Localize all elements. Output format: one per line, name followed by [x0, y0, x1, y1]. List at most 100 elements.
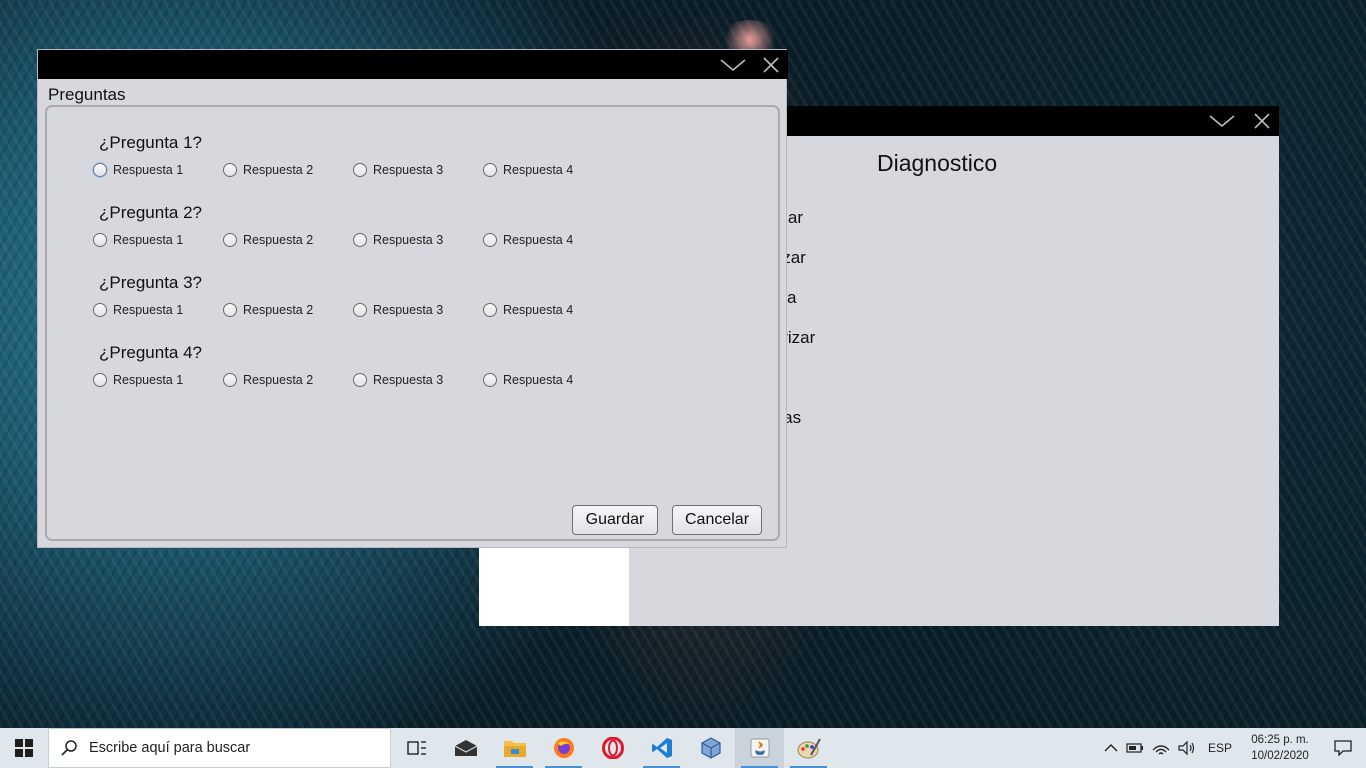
mail-icon: [454, 740, 477, 756]
radio-button[interactable]: [93, 163, 107, 177]
radio-button[interactable]: [93, 303, 107, 317]
virtualbox-icon: [700, 737, 721, 759]
close-icon: [1254, 113, 1270, 129]
close-button[interactable]: [1243, 106, 1281, 136]
volume-indicator[interactable]: [1174, 728, 1200, 768]
task-view-icon: [406, 741, 426, 755]
answer-option[interactable]: Respuesta 2: [223, 373, 313, 387]
chevron-down-icon: [720, 59, 746, 72]
radio-button[interactable]: [223, 163, 237, 177]
answer-option[interactable]: Respuesta 2: [223, 233, 313, 247]
questions-panel: ¿Pregunta 1? Respuesta 1 Respuesta 2 Res…: [45, 105, 780, 541]
answer-label: Respuesta 1: [113, 163, 184, 177]
answer-option[interactable]: Respuesta 4: [483, 163, 573, 177]
radio-button[interactable]: [483, 303, 497, 317]
system-tray: ESP 06:25 p. m. 10/02/2020: [1100, 728, 1366, 768]
cancel-button[interactable]: Cancelar: [672, 505, 762, 535]
windows-icon: [15, 739, 33, 757]
answer-label: Respuesta 3: [373, 303, 444, 317]
answer-option[interactable]: Respuesta 4: [483, 373, 573, 387]
vscode-icon: [651, 738, 672, 758]
network-indicator[interactable]: [1148, 728, 1174, 768]
file-explorer-icon: [503, 741, 526, 757]
clock-date: 10/02/2020: [1251, 750, 1309, 762]
radio-button[interactable]: [93, 373, 107, 387]
mail-app[interactable]: [441, 728, 490, 768]
question-label: ¿Pregunta 3?: [99, 273, 203, 292]
radio-button[interactable]: [223, 233, 237, 247]
radio-button[interactable]: [483, 163, 497, 177]
save-button[interactable]: Guardar: [572, 505, 658, 535]
java-icon: [750, 738, 769, 758]
taskbar: Escribe aquí para buscar ESP 06:25 p. m.…: [0, 728, 1366, 768]
answer-option[interactable]: Respuesta 2: [223, 303, 313, 317]
radio-button[interactable]: [353, 233, 367, 247]
minimize-button[interactable]: [1203, 106, 1241, 136]
answer-option[interactable]: Respuesta 2: [223, 163, 313, 177]
chevron-up-icon: [1104, 744, 1118, 752]
radio-button[interactable]: [223, 373, 237, 387]
answer-option[interactable]: Respuesta 1: [93, 233, 183, 247]
battery-indicator[interactable]: [1122, 728, 1148, 768]
answer-label: Respuesta 2: [243, 373, 314, 387]
blank-panel: [479, 548, 629, 626]
answer-option[interactable]: Respuesta 3: [353, 163, 443, 177]
answer-label: Respuesta 3: [373, 373, 444, 387]
question-label: ¿Pregunta 2?: [99, 203, 203, 222]
answer-label: Respuesta 4: [503, 303, 574, 317]
answer-option[interactable]: Respuesta 3: [353, 373, 443, 387]
question-label: ¿Pregunta 1?: [99, 133, 203, 152]
radio-button[interactable]: [93, 233, 107, 247]
radio-button[interactable]: [483, 233, 497, 247]
answer-label: Respuesta 4: [503, 233, 574, 247]
dialog-titlebar[interactable]: [38, 50, 788, 79]
battery-icon: [1126, 743, 1143, 753]
radio-button[interactable]: [353, 163, 367, 177]
clock-time: 06:25 p. m.: [1251, 734, 1309, 746]
task-view-button[interactable]: [392, 728, 441, 768]
start-button[interactable]: [0, 728, 48, 768]
wifi-icon: [1152, 745, 1170, 755]
radio-button[interactable]: [483, 373, 497, 387]
answer-label: Respuesta 2: [243, 233, 314, 247]
paint-app[interactable]: [784, 728, 833, 768]
virtualbox-app[interactable]: [686, 728, 735, 768]
clock[interactable]: 06:25 p. m. 10/02/2020: [1240, 728, 1320, 768]
search-placeholder: Escribe aquí para buscar: [89, 740, 251, 756]
answer-label: Respuesta 3: [373, 163, 444, 177]
volume-icon: [1178, 740, 1195, 756]
file-explorer-app[interactable]: [490, 728, 539, 768]
answer-label: Respuesta 1: [113, 303, 184, 317]
answer-option[interactable]: Respuesta 1: [93, 303, 183, 317]
show-hidden-icons-button[interactable]: [1100, 728, 1122, 768]
dialog-title: Preguntas: [48, 85, 126, 104]
answer-label: Respuesta 4: [503, 163, 574, 177]
opera-app[interactable]: [588, 728, 637, 768]
notifications-button[interactable]: [1320, 728, 1366, 768]
answer-option[interactable]: Respuesta 3: [353, 233, 443, 247]
question-label: ¿Pregunta 4?: [99, 343, 203, 362]
vscode-app[interactable]: [637, 728, 686, 768]
firefox-app[interactable]: [539, 728, 588, 768]
answer-option[interactable]: Respuesta 1: [93, 163, 183, 177]
minimize-button[interactable]: [714, 50, 752, 80]
answer-option[interactable]: Respuesta 4: [483, 303, 573, 317]
page-title: Diagnostico: [877, 150, 998, 176]
answer-option[interactable]: Respuesta 1: [93, 373, 183, 387]
radio-button[interactable]: [353, 303, 367, 317]
answer-label: Respuesta 4: [503, 373, 574, 387]
answer-label: Respuesta 1: [113, 233, 184, 247]
search-input[interactable]: Escribe aquí para buscar: [48, 728, 391, 768]
notification-icon: [1334, 740, 1352, 756]
close-icon: [763, 57, 779, 73]
answer-label: Respuesta 1: [113, 373, 184, 387]
chevron-down-icon: [1209, 115, 1235, 128]
java-app[interactable]: [735, 728, 784, 768]
answer-option[interactable]: Respuesta 3: [353, 303, 443, 317]
answer-option[interactable]: Respuesta 4: [483, 233, 573, 247]
search-icon: [61, 740, 77, 756]
radio-button[interactable]: [223, 303, 237, 317]
radio-button[interactable]: [353, 373, 367, 387]
close-button[interactable]: [752, 50, 790, 80]
language-indicator[interactable]: ESP: [1200, 728, 1240, 768]
